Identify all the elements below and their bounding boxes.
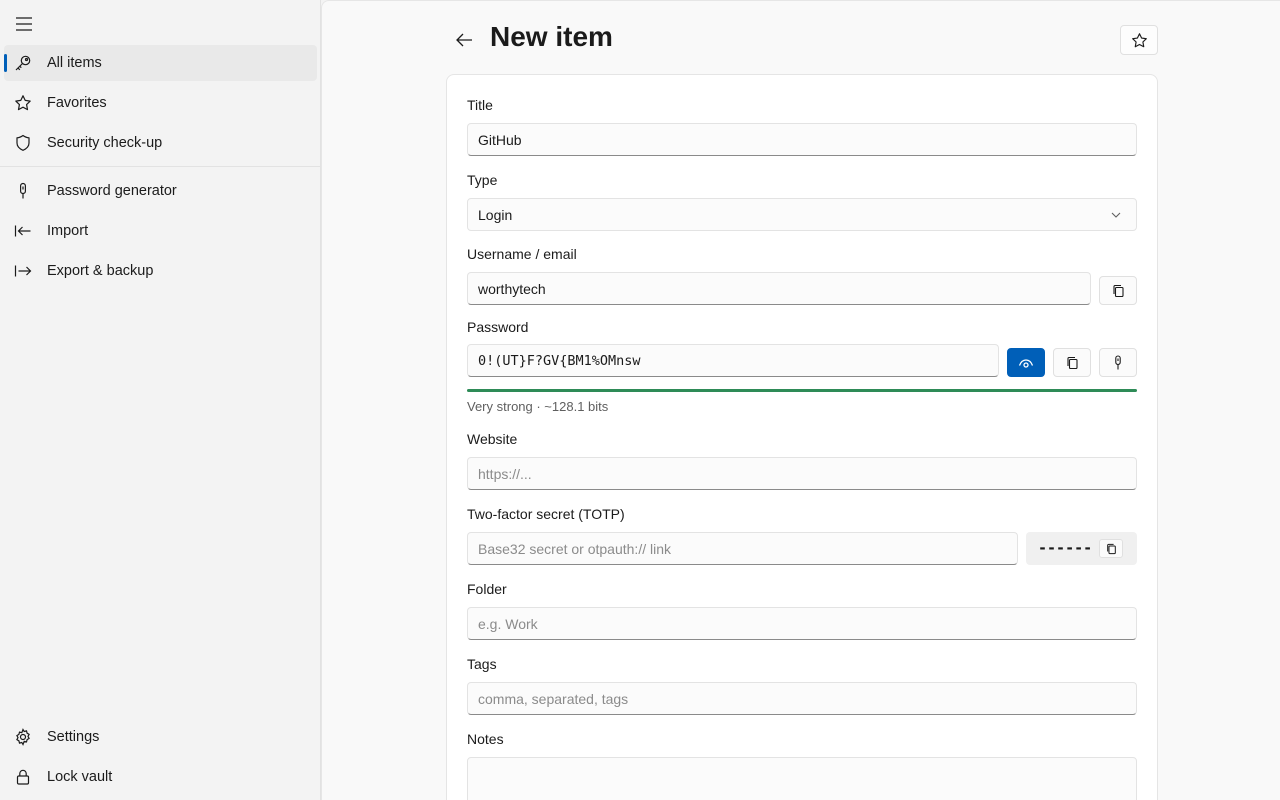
generator-icon xyxy=(1115,354,1121,369)
username-input[interactable] xyxy=(467,272,1091,305)
sidebar-item-favorites[interactable]: Favorites xyxy=(4,85,317,121)
import-icon xyxy=(14,222,32,240)
sidebar-item-export-backup[interactable]: Export & backup xyxy=(4,253,317,289)
tags-label: Tags xyxy=(467,656,497,672)
copy-icon xyxy=(1106,543,1116,554)
sidebar-item-password-generator[interactable]: Password generator xyxy=(4,173,317,209)
sidebar-item-label: Settings xyxy=(47,729,100,745)
copy-password-button[interactable] xyxy=(1053,348,1091,377)
chevron-down-icon xyxy=(1111,212,1121,218)
password-input[interactable] xyxy=(467,344,999,377)
sidebar-divider xyxy=(0,166,320,167)
notes-textarea[interactable] xyxy=(467,757,1137,800)
type-label: Type xyxy=(467,172,498,188)
password-strength-meter xyxy=(467,389,1137,392)
generate-password-button[interactable] xyxy=(1099,348,1137,377)
copy-icon xyxy=(1066,356,1078,369)
star-icon xyxy=(1131,32,1147,47)
star-icon xyxy=(14,94,32,112)
type-select-value: Login xyxy=(478,206,513,223)
totp-input[interactable] xyxy=(467,532,1018,565)
sidebar-item-label: Import xyxy=(47,223,89,239)
folder-input[interactable] xyxy=(467,607,1137,640)
main-content: New item Title Type Login Username / ema… xyxy=(321,0,1280,800)
sidebar-item-label: Export & backup xyxy=(47,263,154,279)
sidebar-item-settings[interactable]: Settings xyxy=(4,719,317,755)
website-label: Website xyxy=(467,431,518,447)
totp-code-display: ------ xyxy=(1026,532,1137,565)
title-input[interactable] xyxy=(467,123,1137,156)
username-label: Username / email xyxy=(467,246,577,262)
shield-icon xyxy=(14,134,32,152)
sidebar-item-all-items[interactable]: All items xyxy=(4,45,317,81)
sidebar-item-import[interactable]: Import xyxy=(4,213,317,249)
sidebar-item-label: All items xyxy=(47,55,102,71)
page-title: New item xyxy=(490,21,613,52)
folder-label: Folder xyxy=(467,581,507,597)
sidebar-item-label: Password generator xyxy=(47,183,177,199)
notes-label: Notes xyxy=(467,731,504,747)
title-label: Title xyxy=(467,97,493,113)
item-form-card: Title Type Login Username / email Passwo… xyxy=(446,74,1158,800)
export-icon xyxy=(14,262,32,280)
password-strength-text: Very strong · ~128.1 bits xyxy=(467,399,609,414)
copy-username-button[interactable] xyxy=(1099,276,1137,305)
lock-icon xyxy=(14,768,32,786)
favorite-toggle-button[interactable] xyxy=(1120,25,1158,55)
website-input[interactable] xyxy=(467,457,1137,490)
sidebar-item-label: Lock vault xyxy=(47,769,113,785)
sidebar-item-security-check-up[interactable]: Security check-up xyxy=(4,125,317,161)
key-icon xyxy=(14,54,32,72)
sidebar: All items Favorites Security check-up Pa… xyxy=(0,0,321,800)
eye-icon xyxy=(1018,358,1034,368)
sidebar-item-lock-vault[interactable]: Lock vault xyxy=(4,759,317,795)
arrow-left-icon xyxy=(456,33,472,47)
menu-icon[interactable] xyxy=(12,12,36,36)
copy-icon xyxy=(1112,284,1124,297)
totp-label: Two-factor secret (TOTP) xyxy=(467,506,625,522)
totp-code: ------ xyxy=(1038,539,1093,557)
tags-input[interactable] xyxy=(467,682,1137,715)
generator-icon xyxy=(14,182,32,200)
type-select[interactable]: Login xyxy=(467,198,1137,231)
copy-totp-button[interactable] xyxy=(1099,539,1123,558)
toggle-password-visibility-button[interactable] xyxy=(1007,348,1045,377)
password-label: Password xyxy=(467,319,529,335)
password-strength-fill xyxy=(467,389,1137,392)
sidebar-item-label: Favorites xyxy=(47,95,107,111)
back-button[interactable] xyxy=(449,25,479,55)
sidebar-item-label: Security check-up xyxy=(47,135,163,151)
gear-icon xyxy=(14,728,32,746)
